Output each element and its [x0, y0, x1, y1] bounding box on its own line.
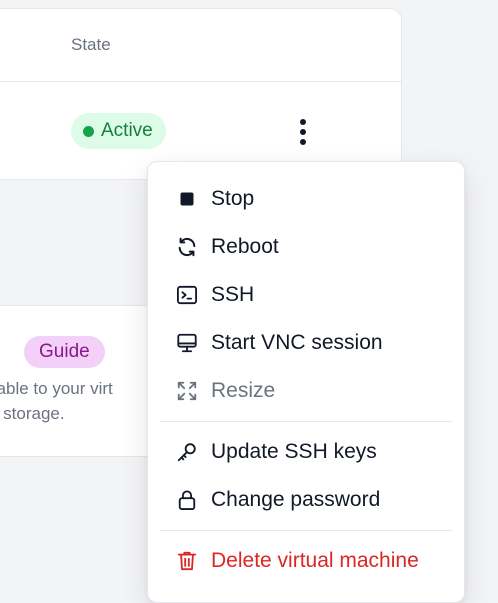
monitor-icon	[175, 332, 199, 354]
key-icon	[175, 441, 199, 463]
status-dot-icon	[83, 125, 94, 137]
stop-icon	[175, 188, 199, 210]
menu-item-delete-vm[interactable]: Delete virtual machine	[148, 537, 464, 585]
menu-item-reboot[interactable]: Reboot	[148, 223, 464, 271]
menu-item-update-ssh-keys[interactable]: Update SSH keys	[148, 428, 464, 476]
menu-item-resize[interactable]: Resize	[148, 367, 464, 415]
menu-item-start-vnc[interactable]: Start VNC session	[148, 319, 464, 367]
menu-item-label: Start VNC session	[211, 331, 383, 354]
column-header-state: State	[71, 35, 111, 54]
menu-item-stop[interactable]: Stop	[148, 175, 464, 223]
menu-item-label: Resize	[211, 379, 276, 402]
menu-item-label: SSH	[211, 283, 255, 306]
menu-item-label: Reboot	[211, 235, 279, 258]
reboot-icon	[175, 236, 199, 258]
guide-badge[interactable]: Guide	[24, 336, 105, 368]
kebab-dot-icon	[300, 139, 306, 145]
storage-card-description: ilable to your virt e storage.	[0, 376, 159, 426]
menu-item-label: Stop	[211, 187, 255, 210]
menu-item-label: Change password	[211, 488, 381, 511]
kebab-dot-icon	[300, 119, 306, 125]
kebab-dot-icon	[300, 129, 306, 135]
storage-desc-line-1: ilable to your virt	[0, 379, 113, 398]
vm-table-card: State Active	[0, 8, 402, 180]
status-badge: Active	[71, 113, 166, 149]
menu-divider	[160, 530, 452, 531]
table-header: State	[0, 9, 401, 82]
menu-item-label: Delete virtual machine	[211, 549, 419, 572]
storage-desc-line-2: e storage.	[0, 404, 65, 423]
terminal-icon	[175, 284, 199, 306]
row-actions-button[interactable]	[295, 115, 311, 149]
menu-item-ssh[interactable]: SSH	[148, 271, 464, 319]
menu-item-change-password[interactable]: Change password	[148, 476, 464, 524]
menu-divider	[160, 421, 452, 422]
lock-icon	[175, 489, 199, 511]
vm-actions-menu: Stop Reboot SSH Start VNC session Resize…	[147, 161, 465, 603]
menu-item-label: Update SSH keys	[211, 440, 377, 463]
resize-icon	[175, 380, 199, 402]
trash-icon	[175, 550, 199, 572]
status-label: Active	[101, 120, 153, 141]
